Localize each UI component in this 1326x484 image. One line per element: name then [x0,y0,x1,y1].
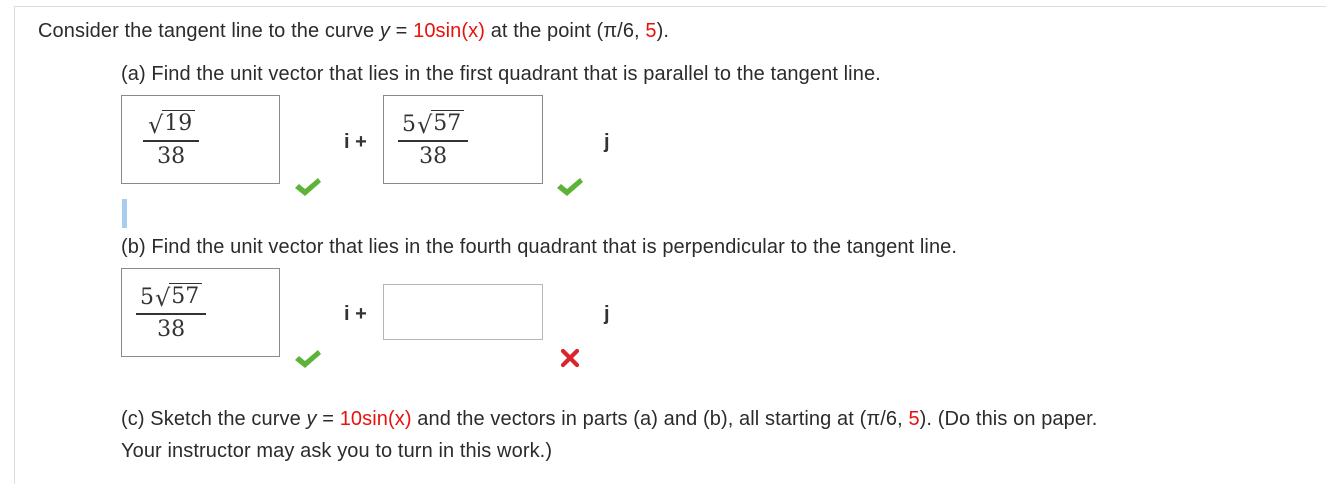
part-b-j-answer-input[interactable] [383,284,543,340]
fraction-bar [136,313,207,315]
y-variable: y [306,408,317,430]
intro-text: Consider the tangent line to the curve [38,20,380,42]
frame-left-border [14,6,15,484]
fraction-denominator: 38 [157,316,186,342]
text-cursor-highlight [122,199,127,228]
radicand: 19 [162,110,196,137]
fraction-numerator: 5 √ 57 [398,110,468,137]
radical-sign: √ [155,284,171,312]
function-expression: 10sin(x) [413,20,486,42]
equals-sign: = [390,20,414,42]
function-expression: 10sin(x) [339,408,412,430]
at-point-text: at the point ( [485,20,604,42]
radical-sign: √ [148,111,164,139]
part-a-j-answer-box[interactable]: 5 √ 57 38 [383,95,543,184]
numerator-coefficient: 5 [402,112,416,137]
check-icon [295,178,321,196]
part-c-prompt: (c) Sketch the curve y = 10sin(x) and th… [121,408,1097,431]
radicand: 57 [169,283,203,310]
y-variable: y [379,20,390,42]
fraction-numerator: √ 19 [143,110,199,137]
part-c-end-text: ). (Do this on paper. [919,408,1098,430]
part-b-i-answer-box[interactable]: 5 √ 57 38 [121,268,280,357]
radical-sign: √ [417,111,433,139]
numerator-coefficient: 5 [140,285,154,310]
point-y: 5 [908,408,920,430]
close-paren: ). [656,20,670,42]
j-label: j [604,131,610,153]
point-x: π/6, [866,408,909,430]
part-c-second-line: Your instructor may ask you to turn in t… [121,440,553,462]
point-x: π/6, [603,20,646,42]
i-plus-label: i + [344,303,367,325]
check-icon [557,178,583,196]
fraction-denominator: 38 [157,143,186,169]
radicand: 57 [431,110,465,137]
fraction-bar [143,140,200,142]
part-a-prompt: (a) Find the unit vector that lies in th… [121,63,881,85]
cross-icon [560,348,580,368]
part-a-i-answer-box[interactable]: √ 19 38 [121,95,280,184]
problem-statement: Consider the tangent line to the curve y… [38,20,669,43]
part-b-prompt: (b) Find the unit vector that lies in th… [121,236,958,258]
fraction-bar [398,140,469,142]
part-c-mid-text: and the vectors in parts (a) and (b), al… [411,408,867,430]
fraction-numerator: 5 √ 57 [136,283,206,310]
i-plus-label: i + [344,131,367,153]
part-b-i-fraction: 5 √ 57 38 [136,283,207,342]
j-label: j [604,303,610,325]
frame-top-border [14,6,1326,7]
fraction-denominator: 38 [419,143,448,169]
check-icon [295,350,321,368]
point-y: 5 [645,20,657,42]
part-a-j-fraction: 5 √ 57 38 [398,110,469,169]
equals-sign: = [316,408,340,430]
part-a-i-fraction: √ 19 38 [143,110,200,169]
part-c-start-text: (c) Sketch the curve [121,408,307,430]
